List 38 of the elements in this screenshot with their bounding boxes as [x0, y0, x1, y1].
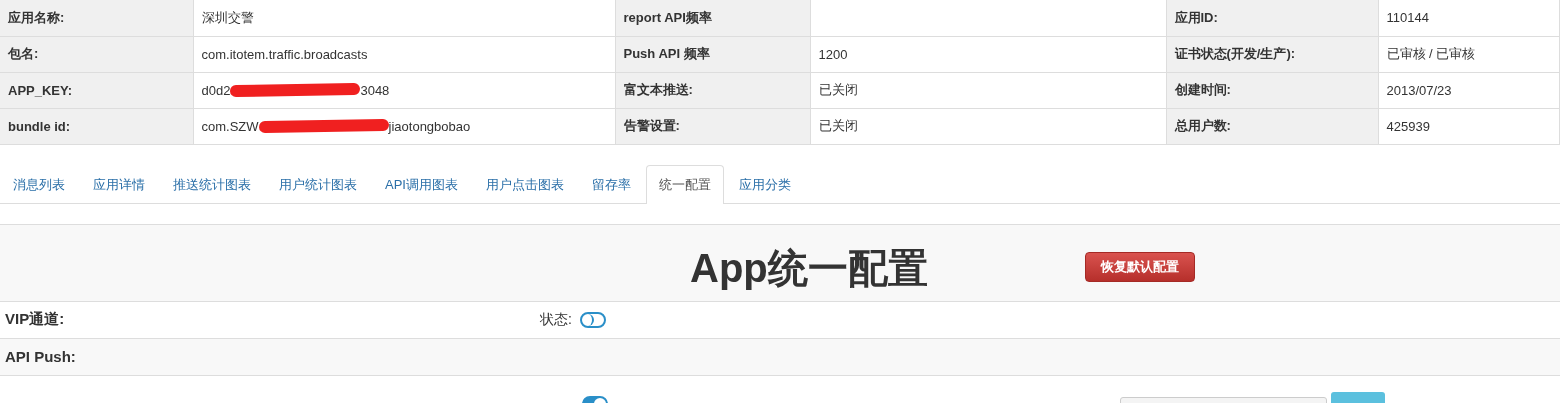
field-value: com.itotem.traffic.broadcasts — [193, 36, 615, 72]
field-label: report API频率 — [615, 0, 810, 36]
field-label: 证书状态(开发/生产): — [1166, 36, 1378, 72]
field-label: 创建时间: — [1166, 72, 1378, 108]
reset-button[interactable]: 恢复默认配置 — [1085, 251, 1195, 282]
field-label: 告警设置: — [615, 108, 810, 144]
field-value: 深圳交警 — [193, 0, 615, 36]
tab[interactable]: 推送统计图表 — [160, 164, 264, 203]
field-label: 富文本推送: — [615, 72, 810, 108]
tab[interactable]: API调用图表 — [372, 164, 471, 203]
field-label: 应用名称: — [0, 0, 193, 36]
field-label: 包名: — [0, 36, 193, 72]
field-label: APP_KEY: — [0, 72, 193, 108]
field-value: d0d2 3048 — [193, 72, 615, 108]
field-label: 总用户数: — [1166, 108, 1378, 144]
field-value: 110144 — [1378, 0, 1560, 36]
field-value: 1200 — [810, 36, 1166, 72]
field-value: com.SZW jiaotongbobao — [193, 108, 615, 144]
toggle-switch[interactable] — [579, 311, 606, 328]
field-value: 2013/07/23 — [1378, 72, 1560, 108]
field-value: 425939 — [1378, 108, 1560, 144]
field-value: 已审核 / 已审核 — [1378, 36, 1560, 72]
tab[interactable]: 用户统计图表 — [266, 164, 370, 203]
tab[interactable]: 应用分类 — [725, 164, 804, 203]
field-value: 已关闭 — [810, 108, 1166, 144]
tab[interactable]: 消息列表 — [0, 164, 78, 203]
tab[interactable]: 用户点击图表 — [472, 164, 577, 203]
tab[interactable]: 应用详情 — [80, 164, 158, 203]
field-label: 应用ID: — [1166, 0, 1378, 36]
config-label: VIP通道: — [5, 310, 66, 329]
field-label: bundle id: — [0, 108, 193, 144]
page-title: App统一配置 — [690, 244, 928, 292]
tab[interactable]: 统一配置 — [645, 164, 724, 204]
field-label: Push API 频率 — [615, 36, 810, 72]
tab[interactable]: 留存率 — [578, 164, 644, 203]
config-label: API Push: — [5, 348, 77, 365]
field-value: 已关闭 — [810, 72, 1166, 108]
status-label: 状态: — [540, 310, 572, 329]
